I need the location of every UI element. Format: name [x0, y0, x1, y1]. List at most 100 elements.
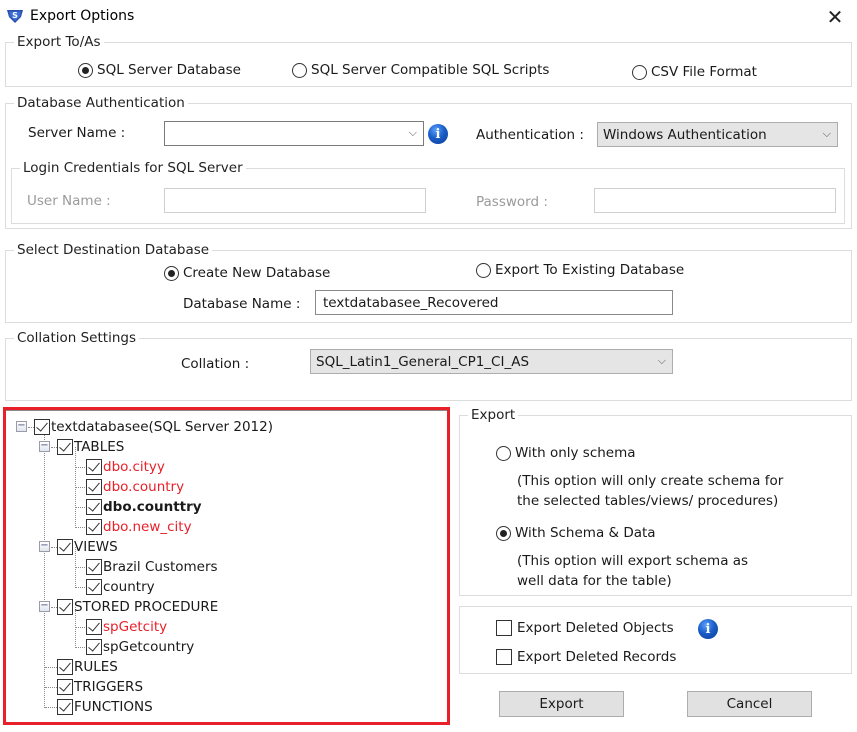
tree-label: dbo.counttry [103, 499, 202, 515]
chevron-down-icon: ⌵ [822, 127, 831, 140]
export-deleted-records-checkbox[interactable]: Export Deleted Records [496, 649, 676, 665]
tree-node-views[interactable]: VIEWS [57, 537, 118, 557]
checkbox-label: Export Deleted Records [517, 649, 677, 665]
tree-checkbox[interactable] [57, 699, 73, 715]
description-line: (This option will only create schema for [517, 473, 784, 489]
tree-label: STORED PROCEDURE [74, 599, 219, 615]
tree-checkbox[interactable] [86, 559, 102, 575]
close-icon: ✕ [826, 5, 844, 29]
export-mode-group: Export With only schema (This option wil… [459, 407, 852, 596]
tree-node-table[interactable]: dbo.country [86, 477, 184, 497]
tree-node-stored-procedure[interactable]: STORED PROCEDURE [57, 597, 218, 617]
authentication-label: Authentication : [476, 127, 584, 143]
tree-checkbox[interactable] [86, 619, 102, 635]
tree-checkbox[interactable] [57, 539, 73, 555]
radio-export-existing-database[interactable]: Export To Existing Database [476, 262, 684, 278]
tree-expander-root[interactable]: − [16, 421, 27, 432]
schema-only-description: (This option will only create schema for… [517, 471, 783, 511]
radio-create-new-database[interactable]: Create New Database [164, 265, 330, 281]
tree-checkbox[interactable] [86, 479, 102, 495]
radio-indicator [78, 62, 93, 78]
tree-expander-views[interactable]: − [39, 541, 50, 552]
radio-label: CSV File Format [651, 64, 757, 80]
checkbox-label: Export Deleted Objects [517, 620, 674, 636]
radio-indicator [292, 62, 307, 78]
tree-checkbox[interactable] [86, 639, 102, 655]
collation-combo[interactable]: SQL_Latin1_General_CP1_CI_AS ⌵ [310, 349, 673, 374]
collation-legend: Collation Settings [14, 330, 139, 346]
description-line: the selected tables/views/ procedures) [517, 493, 779, 509]
username-input[interactable] [164, 188, 426, 213]
database-name-input[interactable]: textdatabasee_Recovered [315, 290, 673, 315]
tree-node-tables[interactable]: TABLES [57, 437, 124, 457]
export-deleted-objects-checkbox[interactable]: Export Deleted Objects [496, 620, 674, 636]
collation-group: Collation Settings Collation : SQL_Latin… [5, 330, 852, 401]
tree-label: dbo.cityy [103, 459, 165, 475]
tree-checkbox[interactable] [57, 659, 73, 675]
tree-checkbox[interactable] [86, 579, 102, 595]
tree-checkbox[interactable] [57, 679, 73, 695]
radio-indicator [476, 262, 491, 278]
radio-indicator [496, 525, 511, 541]
tree-node-rules[interactable]: RULES [57, 657, 118, 677]
tree-label: spGetcity [103, 619, 168, 635]
tree-label: dbo.country [103, 479, 185, 495]
tree-node-table[interactable]: dbo.counttry [86, 497, 202, 517]
tree-checkbox[interactable] [86, 459, 102, 475]
object-tree[interactable]: − textdatabasee(SQL Server 2012) − TABLE… [6, 410, 447, 722]
radio-with-schema-and-data[interactable]: With Schema & Data [496, 525, 656, 541]
radio-indicator [496, 445, 511, 461]
login-credentials-legend: Login Credentials for SQL Server [20, 160, 246, 176]
authentication-combo[interactable]: Windows Authentication ⌵ [597, 122, 838, 147]
tree-node-triggers[interactable]: TRIGGERS [57, 677, 143, 697]
tree-node-table[interactable]: dbo.cityy [86, 457, 165, 477]
tree-node-view[interactable]: Brazil Customers [86, 557, 218, 577]
export-button[interactable]: Export [499, 691, 624, 717]
tree-expander-tables[interactable]: − [39, 441, 50, 452]
radio-label: Create New Database [183, 265, 331, 281]
tree-checkbox[interactable] [86, 499, 102, 515]
radio-csv-format[interactable]: CSV File Format [632, 64, 757, 80]
tree-expander-stored-procedure[interactable]: − [39, 601, 50, 612]
tree-connector [44, 428, 45, 708]
info-icon[interactable]: i [698, 619, 718, 639]
schema-and-data-description: (This option will export schema as well … [517, 551, 748, 591]
tree-node-procedure[interactable]: spGetcity [86, 617, 167, 637]
tree-checkbox[interactable] [57, 599, 73, 615]
tree-label: textdatabasee(SQL Server 2012) [51, 419, 273, 435]
tree-checkbox[interactable] [57, 439, 73, 455]
close-button[interactable]: ✕ [818, 4, 852, 30]
tree-checkbox[interactable] [86, 519, 102, 535]
tree-checkbox[interactable] [34, 419, 50, 435]
export-to-group: Export To/As SQL Server Database SQL Ser… [5, 34, 852, 87]
tree-label: TRIGGERS [74, 679, 144, 695]
radio-with-only-schema[interactable]: With only schema [496, 445, 636, 461]
tree-node-table[interactable]: dbo.new_city [86, 517, 192, 537]
radio-label: With only schema [515, 445, 636, 461]
minus-icon: − [40, 600, 49, 611]
tree-node-view[interactable]: country [86, 577, 155, 597]
radio-sql-scripts[interactable]: SQL Server Compatible SQL Scripts [292, 62, 549, 78]
tree-node-procedure[interactable]: spGetcountry [86, 637, 194, 657]
authentication-value: Windows Authentication [603, 126, 767, 143]
tree-root-node[interactable]: textdatabasee(SQL Server 2012) [34, 417, 273, 437]
username-label: User Name : [27, 193, 111, 209]
password-input[interactable] [594, 188, 836, 213]
object-tree-highlight: − textdatabasee(SQL Server 2012) − TABLE… [3, 407, 450, 725]
tree-label: Brazil Customers [103, 559, 218, 575]
destination-group: Select Destination Database Create New D… [5, 242, 852, 323]
info-icon[interactable]: i [428, 124, 448, 144]
info-glyph: i [435, 126, 441, 142]
app-shield-icon: S [7, 10, 23, 23]
server-name-combo[interactable]: ⌵ [164, 121, 424, 146]
window-title: Export Options [30, 8, 135, 24]
collation-label: Collation : [181, 356, 250, 372]
minus-icon: − [40, 440, 49, 451]
radio-indicator [164, 265, 179, 281]
tree-node-functions[interactable]: FUNCTIONS [57, 697, 153, 717]
password-label: Password : [476, 194, 548, 210]
tree-label: dbo.new_city [103, 519, 192, 535]
tree-connector [45, 707, 57, 708]
radio-sql-server-database[interactable]: SQL Server Database [78, 62, 241, 78]
cancel-button[interactable]: Cancel [687, 691, 812, 717]
